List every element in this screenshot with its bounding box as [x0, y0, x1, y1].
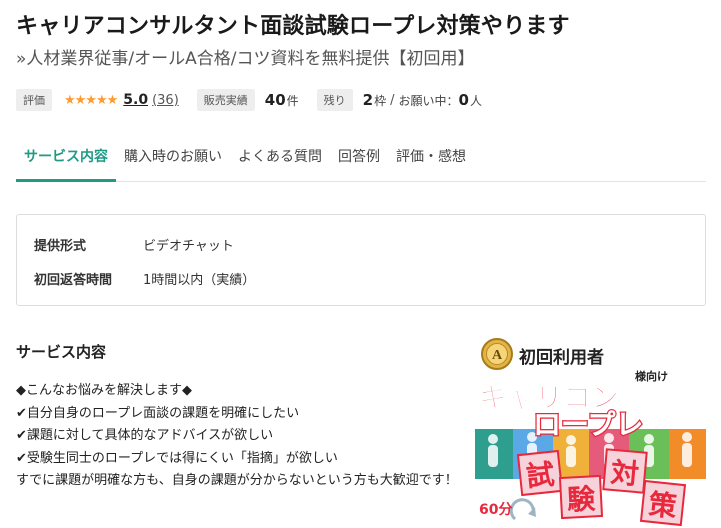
info-key: 初回返答時間 — [34, 273, 113, 288]
banner-top-text: 初回利用者 — [519, 347, 604, 368]
rating-tag: 評価 — [16, 89, 52, 111]
remaining-tag: 残り — [316, 89, 353, 111]
service-description: ◆こんなお悩みを解決します◆ ✔自分自身のロープレ面談の課題を明確にしたい ✔課… — [16, 380, 461, 493]
tab-reviews[interactable]: 評価・感想 — [388, 134, 474, 182]
tab-answer-examples[interactable]: 回答例 — [330, 134, 388, 182]
remaining-value: 2 — [362, 91, 374, 109]
in-progress-value: 0 — [458, 91, 469, 109]
description-line: ✔課題に対して具体的なアドバイスが欲しい — [16, 428, 274, 443]
banner-line2: ロープレ — [533, 408, 643, 441]
tab-service-content[interactable]: サービス内容 — [16, 134, 116, 182]
description-line: ✔自分自身のロープレ面談の課題を明確にしたい — [16, 405, 300, 421]
info-row-format: 提供形式 ビデオチャット — [34, 235, 234, 254]
description-line: ◆こんなお悩みを解決します◆ — [16, 383, 192, 398]
stats-slash: / — [390, 92, 395, 108]
stats-bar: 評価 ★★★★★ 5.0 (36) 販売実績 40 件 残り 2枠 / お願い中：… — [16, 89, 482, 111]
stamp-char: 策 — [647, 488, 678, 524]
sales-tag: 販売実績 — [196, 89, 255, 111]
section-title: サービス内容 — [16, 343, 107, 361]
rating-stars-icon: ★★★★★ — [64, 92, 118, 108]
review-count-link[interactable]: (36) — [152, 93, 179, 108]
banner-minutes: 60分 — [479, 502, 512, 518]
service-info-box: 提供形式 ビデオチャット 初回返答時間 1時間以内（実績） — [16, 214, 706, 306]
service-banner-image: A 初回利用者 様向け キャリコン ロープレ 試 対 験 策 60分 — [475, 337, 706, 528]
in-progress-unit: 人 — [469, 93, 482, 108]
description-line: ✔受験生同士のロープレでは得にくい「指摘」が欲しい — [16, 450, 338, 466]
page-subtitle: »人材業界従事/オールA合格/コツ資料を無料提供【初回用】 — [16, 49, 475, 69]
remaining-unit: 枠 — [374, 93, 387, 108]
info-key: 提供形式 — [34, 239, 87, 254]
info-value: 1時間以内（実績） — [143, 273, 256, 288]
info-row-response-time: 初回返答時間 1時間以内（実績） — [34, 269, 255, 288]
info-value: ビデオチャット — [143, 239, 234, 254]
stamp-char: 試 — [525, 458, 556, 494]
badge-letter: A — [492, 348, 503, 363]
page-title: キャリアコンサルタント面談試験ロープレ対策やります — [16, 14, 570, 39]
tab-purchase-notes[interactable]: 購入時のお願い — [116, 134, 230, 182]
sales-unit: 件 — [286, 93, 299, 108]
tab-faq[interactable]: よくある質問 — [230, 134, 330, 182]
banner-top-suffix: 様向け — [635, 369, 668, 383]
stamp-char: 験 — [566, 482, 597, 516]
stamp-char: 対 — [609, 456, 640, 491]
rating-value-link[interactable]: 5.0 — [123, 92, 148, 108]
description-line: すでに課題が明確な方も、自身の課題が分からないという方も大歓迎です！ — [16, 473, 458, 488]
gold-medal-icon: A — [481, 338, 513, 370]
in-progress-label: お願い中： — [398, 93, 459, 108]
tab-bar: サービス内容 購入時のお願い よくある質問 回答例 評価・感想 — [16, 134, 706, 182]
sales-value: 40 — [264, 91, 286, 109]
timer-arrow-icon — [509, 498, 536, 521]
